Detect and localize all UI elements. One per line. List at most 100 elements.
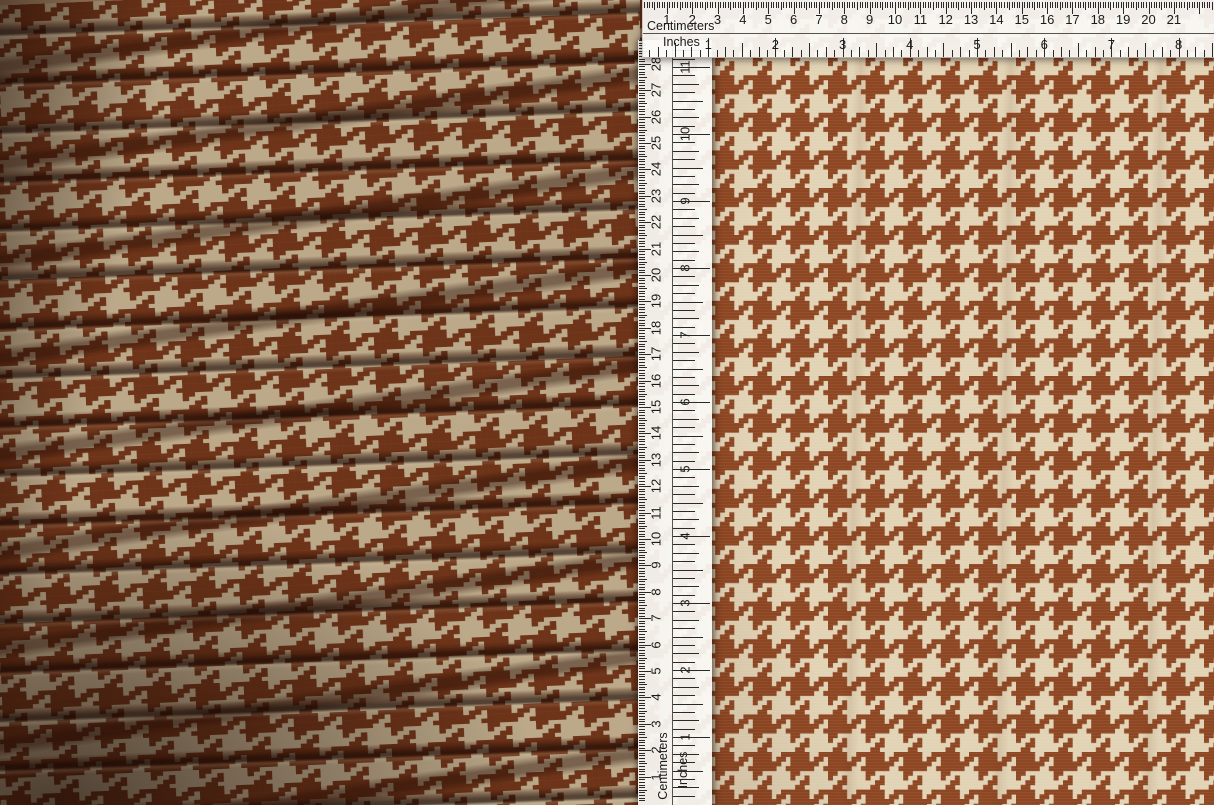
cm-tick [969,2,970,8]
cm-tick [910,2,911,8]
cm-tick [639,555,645,556]
cm-number: 15 [1015,12,1029,27]
cm-tick [639,476,645,477]
cm-tick [639,771,645,772]
inch-tick [885,50,886,57]
horizontal-inches-label: Inches [663,35,700,49]
cm-tick [639,587,645,588]
inch-tick [801,50,802,57]
cm-tick [639,787,645,788]
inch-number: 6 [1041,37,1048,52]
cm-tick [639,103,647,104]
inch-tick [1011,43,1012,57]
cm-tick [1164,2,1165,8]
cm-tick [639,584,645,585]
inch-number: 8 [1175,37,1182,52]
inch-tick [673,168,703,169]
cm-tick [1078,2,1079,8]
cm-tick [639,156,647,157]
inch-tick [673,184,699,185]
inch-tick [767,50,768,57]
cm-tick [639,391,645,392]
inch-tick [675,43,676,57]
cm-tick [842,2,843,8]
cm-tick [1207,2,1208,8]
cm-tick [639,257,645,258]
cm-tick [669,2,670,8]
cm-tick [639,602,645,603]
cm-tick [639,528,645,529]
cm-tick [1121,2,1122,8]
cm-tick [639,74,645,75]
cm-tick [639,505,645,506]
inch-tick [673,394,695,395]
cm-tick [981,2,982,8]
cm-tick [639,531,645,532]
inch-tick [673,687,699,688]
inch-tick [1145,43,1146,57]
inch-tick [673,235,703,236]
cm-number: 16 [649,373,664,387]
cm-tick [639,373,645,374]
cm-tick [639,98,645,99]
cm-tick [979,2,980,8]
cm-tick [639,338,645,339]
cm-number: 15 [649,400,664,414]
cm-number: 13 [964,12,978,27]
inch-tick [673,503,703,504]
cm-tick [639,425,645,426]
cm-tick [639,526,647,527]
cm-tick [639,410,645,411]
cm-number: 10 [888,12,902,27]
cm-tick [639,420,647,421]
inch-tick [1036,50,1037,57]
cm-tick [639,544,645,545]
cm-tick [652,2,653,8]
cm-tick [639,536,645,537]
cm-tick [639,534,645,535]
cm-tick [880,2,881,8]
inch-tick [673,436,703,437]
cm-tick [687,2,688,8]
inch-tick [673,276,695,277]
cm-tick [1187,2,1188,10]
inch-number: 2 [678,666,693,673]
cm-tick [639,370,645,371]
cm-tick [900,2,901,8]
inch-tick [673,595,695,596]
cm-tick [984,2,985,10]
cm-tick [639,613,645,614]
cm-number: 2 [689,12,696,27]
inch-tick [673,360,695,361]
cm-tick [639,766,645,767]
cm-tick [639,106,645,107]
cm-tick [1209,2,1210,8]
inch-tick [826,47,827,57]
cm-tick [1029,2,1030,8]
cm-tick [677,2,678,8]
cm-tick [639,296,645,297]
cm-tick [639,753,645,754]
cm-tick [1179,2,1180,8]
inch-tick [1086,50,1087,57]
cm-tick [943,2,944,8]
inch-number: 3 [678,599,693,606]
cm-number: 18 [1091,12,1105,27]
cm-tick [849,2,850,8]
horizontal-centimeters-label: Centimeters [647,19,714,33]
cm-number: 20 [649,268,664,282]
cm-tick [639,132,645,133]
inch-tick [717,50,718,57]
cm-tick [948,2,949,8]
cm-tick [771,2,772,8]
cm-tick [639,737,647,738]
cm-tick [890,2,891,8]
vertical-centimeters-label: Centimeters [656,732,670,799]
inch-tick [1103,50,1104,57]
cm-tick [639,394,647,395]
inch-tick [673,117,699,118]
cm-tick [639,719,645,720]
inch-tick [673,519,699,520]
cm-tick [796,2,797,8]
cm-tick [1131,2,1132,8]
